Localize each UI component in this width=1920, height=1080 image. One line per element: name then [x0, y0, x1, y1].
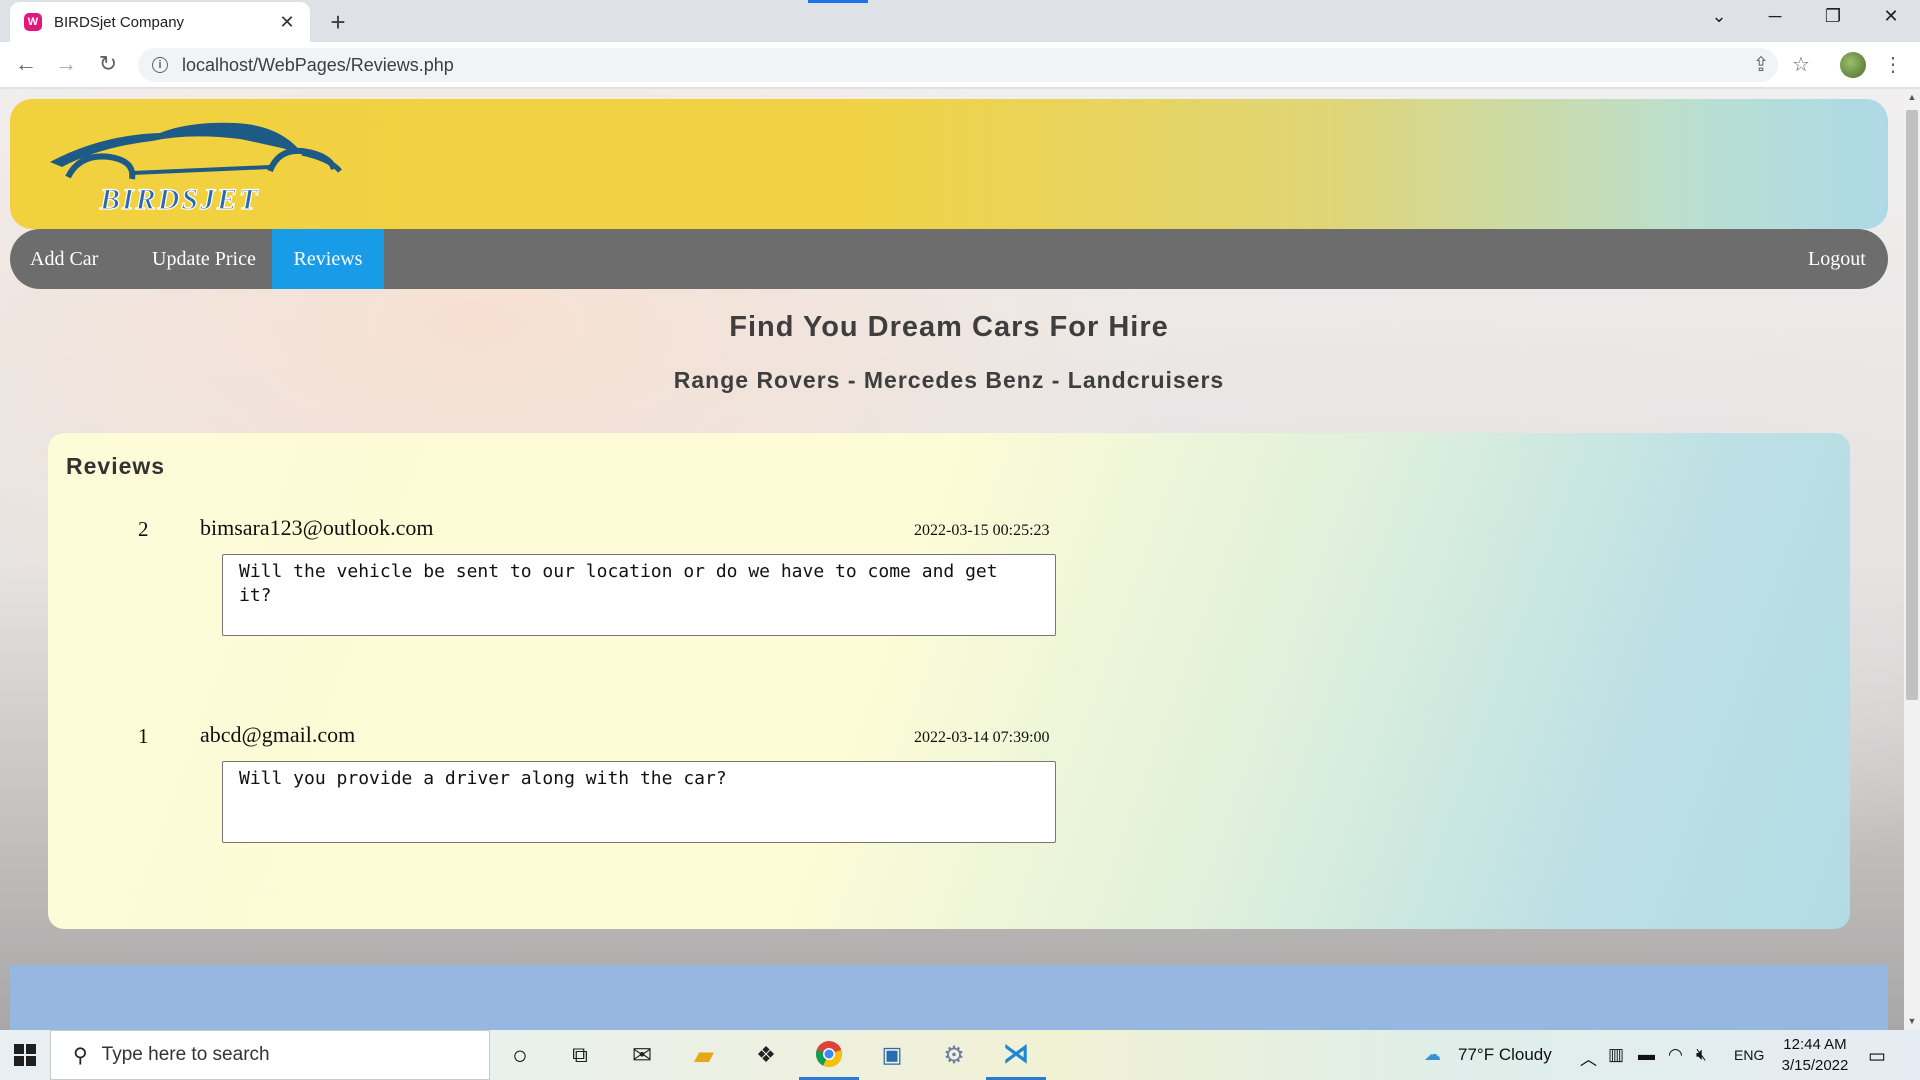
- nav-reviews[interactable]: Reviews: [272, 229, 384, 289]
- review-number: 1: [138, 724, 149, 748]
- file-explorer-icon[interactable]: ▰: [674, 1030, 734, 1080]
- nav-add-car[interactable]: Add Car: [10, 229, 118, 289]
- taskbar-search-placeholder: Type here to search: [101, 1044, 270, 1065]
- chrome-icon[interactable]: [799, 1030, 859, 1080]
- review-number: 2: [138, 517, 149, 541]
- header-banner: BIRDSJET: [10, 99, 1888, 229]
- volume-muted-icon[interactable]: 🔇︎: [1696, 1045, 1707, 1065]
- browser-toolbar: ← → ↻ i localhost/WebPages/Reviews.php ⇪…: [0, 42, 1920, 88]
- review-email: abcd@gmail.com: [200, 722, 356, 747]
- wifi-icon[interactable]: ◠: [1668, 1045, 1683, 1065]
- taskbar-search-box[interactable]: ⚲ Type here to search: [50, 1030, 490, 1080]
- tab-search-chevron-icon[interactable]: ⌄: [1704, 6, 1734, 27]
- scroll-up-arrow-icon[interactable]: ▲: [1906, 92, 1918, 102]
- chrome-logo-icon: [816, 1040, 842, 1067]
- dropbox-icon[interactable]: ❖: [736, 1030, 796, 1080]
- hero-subtitle: Range Rovers - Mercedes Benz - Landcruis…: [673, 367, 1225, 393]
- nav-logout[interactable]: Logout: [1788, 229, 1886, 289]
- reviews-heading: Reviews: [66, 453, 166, 479]
- review-text-box[interactable]: Will you provide a driver along with the…: [222, 761, 1056, 843]
- clock-time: 12:44 AM: [1783, 1036, 1847, 1053]
- review-datetime: 2022-03-15 00:25:23: [914, 522, 1050, 539]
- clock-date: 3/15/2022: [1781, 1057, 1849, 1074]
- mail-icon[interactable]: ✉: [612, 1030, 672, 1080]
- settings-gear-icon[interactable]: ⚙: [924, 1030, 984, 1080]
- review-datetime: 2022-03-14 07:39:00: [914, 729, 1050, 746]
- address-bar[interactable]: i localhost/WebPages/Reviews.php: [138, 48, 1778, 82]
- back-arrow-icon[interactable]: ←: [12, 51, 40, 77]
- tab-title: BIRDSjet Company: [54, 13, 185, 31]
- nav-update-price[interactable]: Update Price: [132, 229, 276, 289]
- profile-avatar[interactable]: [1840, 52, 1866, 78]
- windows-start-icon[interactable]: [14, 1044, 36, 1066]
- bookmark-star-icon[interactable]: ☆: [1788, 52, 1814, 77]
- new-tab-icon[interactable]: +: [324, 7, 352, 38]
- vscode-icon[interactable]: ⋊: [986, 1030, 1046, 1080]
- reviews-panel: Reviews 2 bimsara123@outlook.com 2022-03…: [48, 433, 1850, 929]
- logo-wordmark: BIRDSJET: [99, 183, 259, 216]
- site-info-icon[interactable]: i: [152, 57, 168, 73]
- reload-icon[interactable]: ↻: [94, 51, 122, 77]
- close-window-icon[interactable]: ✕: [1876, 6, 1906, 27]
- share-icon[interactable]: ⇪: [1748, 52, 1774, 77]
- review-text-box[interactable]: Will the vehicle be sent to our location…: [222, 554, 1056, 636]
- site-favicon-icon: W: [24, 13, 42, 31]
- taskbar-clock[interactable]: 12:44 AM 3/15/2022: [1760, 1034, 1870, 1076]
- windows-taskbar: ⚲ Type here to search ○ ⧉ ✉ ▰ ❖ ▣ ⚙ ⋊ ☁ …: [0, 1030, 1920, 1080]
- close-tab-icon[interactable]: ✕: [276, 12, 298, 33]
- task-view-icon[interactable]: ⧉: [550, 1030, 610, 1080]
- page-viewport: BIRDSJET Add Car Update Price Reviews Lo…: [0, 89, 1904, 1030]
- scroll-down-arrow-icon[interactable]: ▼: [1906, 1016, 1918, 1026]
- network-status-icon[interactable]: ▥: [1608, 1045, 1624, 1065]
- scrollbar-thumb[interactable]: [1906, 110, 1918, 700]
- review-email: bimsara123@outlook.com: [200, 515, 434, 540]
- photo-app-icon[interactable]: ▣: [862, 1030, 922, 1080]
- main-navbar: Add Car Update Price Reviews Logout: [10, 229, 1888, 289]
- weather-cloud-icon[interactable]: ☁: [1424, 1045, 1441, 1065]
- browser-menu-icon[interactable]: ⋮: [1880, 52, 1906, 77]
- hero-title: Find You Dream Cars For Hire: [729, 311, 1169, 343]
- browser-tab-strip: W BIRDSjet Company ✕ + ⌄ ─ ❐ ✕: [0, 0, 1920, 42]
- battery-icon[interactable]: ▬: [1638, 1045, 1655, 1065]
- notification-center-icon[interactable]: ▭: [1868, 1045, 1886, 1068]
- footer-band: [10, 965, 1888, 1030]
- birdsjet-logo: BIRDSJET: [50, 122, 342, 217]
- cortana-icon[interactable]: ○: [490, 1030, 550, 1080]
- tray-chevron-up-icon[interactable]: ︿: [1580, 1045, 1597, 1070]
- minimize-icon[interactable]: ─: [1760, 6, 1790, 27]
- url-text: localhost/WebPages/Reviews.php: [182, 54, 454, 75]
- tab-loading-indicator: [808, 0, 868, 3]
- weather-text[interactable]: 77°F Cloudy: [1458, 1045, 1552, 1065]
- browser-tab[interactable]: W BIRDSjet Company ✕: [10, 2, 310, 42]
- forward-arrow-icon[interactable]: →: [52, 51, 80, 77]
- restore-icon[interactable]: ❐: [1818, 6, 1848, 27]
- search-icon: ⚲: [73, 1044, 88, 1067]
